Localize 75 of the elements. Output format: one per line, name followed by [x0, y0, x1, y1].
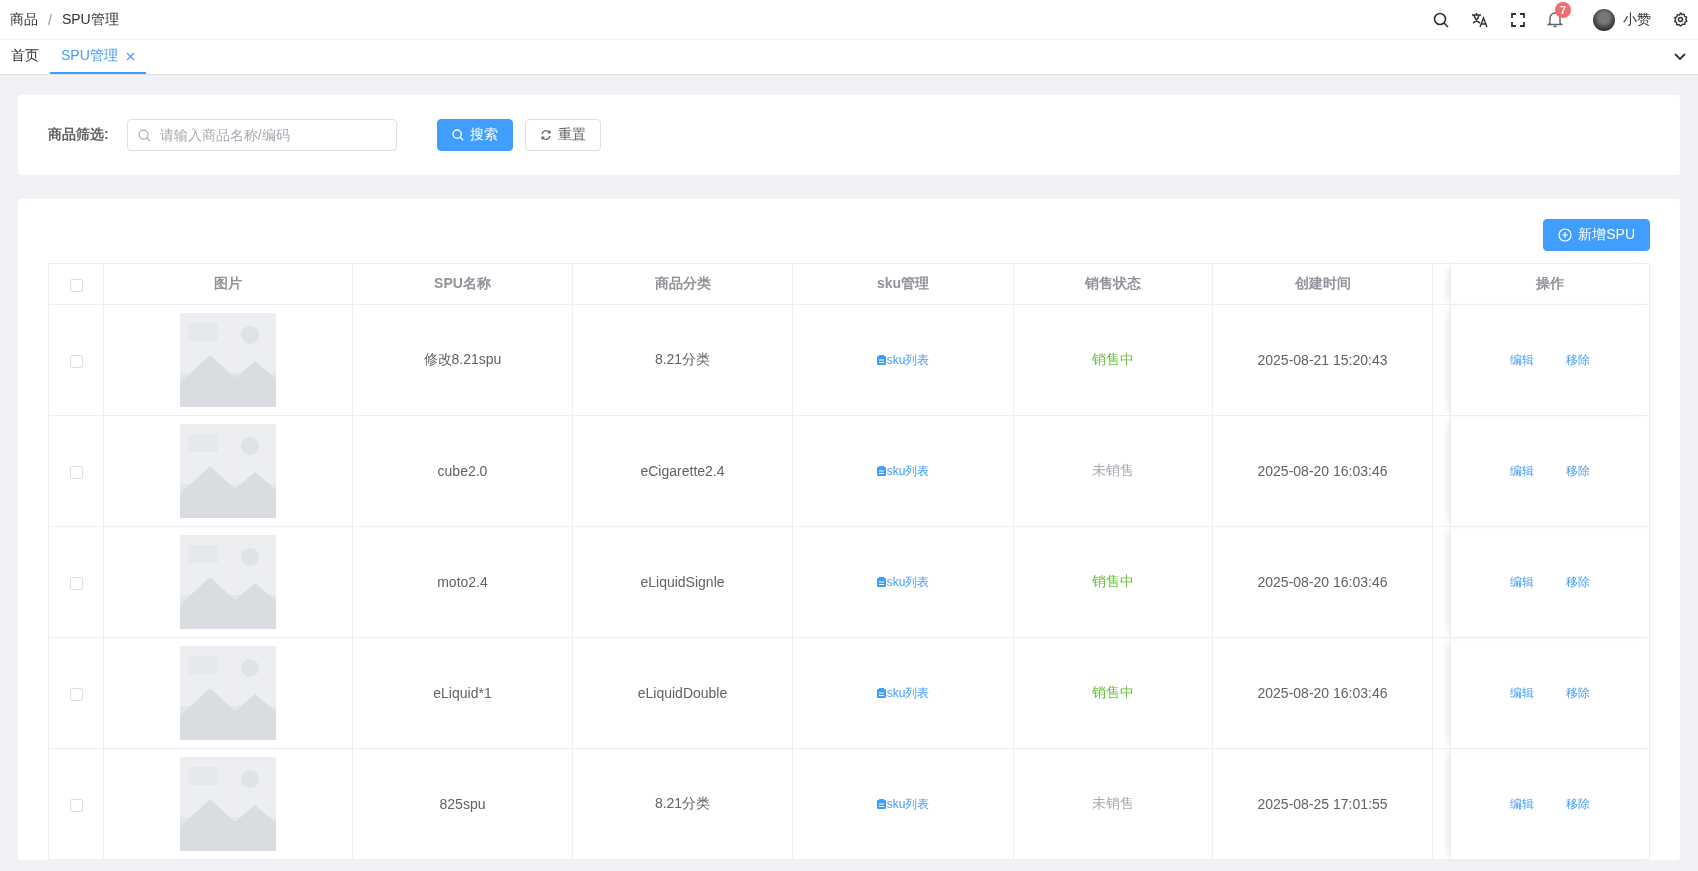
add-spu-button[interactable]: 新增SPU: [1543, 219, 1650, 251]
sku-list-link[interactable]: sku列表: [876, 795, 930, 813]
reset-button[interactable]: 重置: [524, 119, 601, 151]
column-header: 创建时间: [1212, 263, 1433, 305]
sku-list-link[interactable]: sku列表: [876, 351, 930, 369]
plus-circle-icon: [1558, 228, 1573, 242]
table-cell: moto2.4: [352, 526, 573, 638]
table-cell: eCigarette2.4: [572, 415, 793, 527]
search-icon[interactable]: [1433, 11, 1449, 28]
status-text: 未销售: [1013, 415, 1213, 527]
sku-list-link[interactable]: sku列表: [876, 684, 930, 702]
sku-list-link[interactable]: sku列表: [876, 573, 930, 591]
column-header: 操作: [1450, 263, 1650, 305]
table-cell: eLiquid*1: [352, 637, 573, 749]
status-text: 销售中: [1013, 304, 1213, 416]
column-header: SPU名称: [352, 263, 573, 305]
row-checkbox[interactable]: [69, 687, 83, 701]
chevron-down-icon[interactable]: [1674, 53, 1686, 61]
action-link[interactable]: 移除: [1566, 795, 1590, 813]
column-header: 销售状态: [1013, 263, 1213, 305]
table-cell: 2025-08-25 17:01:55: [1212, 748, 1433, 860]
settings-icon[interactable]: [1673, 12, 1688, 27]
clipboard-icon: [876, 577, 886, 587]
status-text: 销售中: [1013, 526, 1213, 638]
row-checkbox[interactable]: [69, 576, 83, 590]
refresh-icon: [539, 129, 552, 141]
table-cell: cube2.0: [352, 415, 573, 527]
row-checkbox[interactable]: [69, 465, 83, 479]
action-link[interactable]: 编辑: [1510, 684, 1534, 702]
page-tab[interactable]: SPU管理: [50, 40, 146, 74]
translate-icon[interactable]: [1471, 11, 1489, 28]
clipboard-icon: [876, 466, 886, 476]
user-avatar[interactable]: [1593, 8, 1615, 31]
status-text: 销售中: [1013, 637, 1213, 749]
row-checkbox[interactable]: [69, 354, 83, 368]
status-text: 未销售: [1013, 748, 1213, 860]
table-cell: eLiquidDouble: [572, 637, 793, 749]
action-link[interactable]: 编辑: [1510, 573, 1534, 591]
table-cell: eLiquidSignle: [572, 526, 793, 638]
action-link[interactable]: 移除: [1566, 462, 1590, 480]
clipboard-icon: [876, 688, 886, 698]
action-link[interactable]: 移除: [1566, 684, 1590, 702]
table-cell: 8.21分类: [572, 304, 793, 416]
select-all-checkbox[interactable]: [69, 278, 83, 292]
breadcrumb-item: SPU管理: [61, 10, 119, 29]
close-icon[interactable]: [125, 51, 135, 61]
table-cell: 2025-08-20 16:03:46: [1212, 526, 1433, 638]
table-cell: 825spu: [352, 748, 573, 860]
table-cell: 8.21分类: [572, 748, 793, 860]
action-link[interactable]: 编辑: [1510, 351, 1534, 369]
column-header: sku管理: [792, 263, 1014, 305]
action-link[interactable]: 编辑: [1510, 462, 1534, 480]
table-cell: 2025-08-20 16:03:46: [1212, 415, 1433, 527]
search-field[interactable]: 请输入商品名称/编码: [126, 119, 397, 151]
page-tab[interactable]: 首页: [0, 40, 50, 74]
clipboard-icon: [876, 799, 886, 809]
table-cell: 2025-08-21 15:20:43: [1212, 304, 1433, 416]
breadcrumb-item[interactable]: 商品: [10, 10, 38, 29]
sku-list-link[interactable]: sku列表: [876, 462, 930, 480]
row-checkbox[interactable]: [69, 798, 83, 812]
column-header: 商品分类: [572, 263, 793, 305]
action-link[interactable]: 编辑: [1510, 795, 1534, 813]
column-header: 图片: [103, 263, 353, 305]
filter-label: 商品筛选:: [48, 126, 109, 144]
fullscreen-icon[interactable]: [1511, 12, 1525, 27]
action-link[interactable]: 移除: [1566, 573, 1590, 591]
search-button[interactable]: 搜索: [436, 119, 513, 151]
table-cell: 修改8.21spu: [352, 304, 573, 416]
user-name[interactable]: 小赞: [1623, 10, 1651, 29]
table-cell: 2025-08-20 16:03:46: [1212, 637, 1433, 749]
search-icon: [451, 129, 464, 141]
action-link[interactable]: 移除: [1566, 351, 1590, 369]
breadcrumb-separator: /: [48, 11, 52, 28]
clipboard-icon: [876, 355, 886, 365]
notification-badge: 7: [1555, 2, 1572, 18]
